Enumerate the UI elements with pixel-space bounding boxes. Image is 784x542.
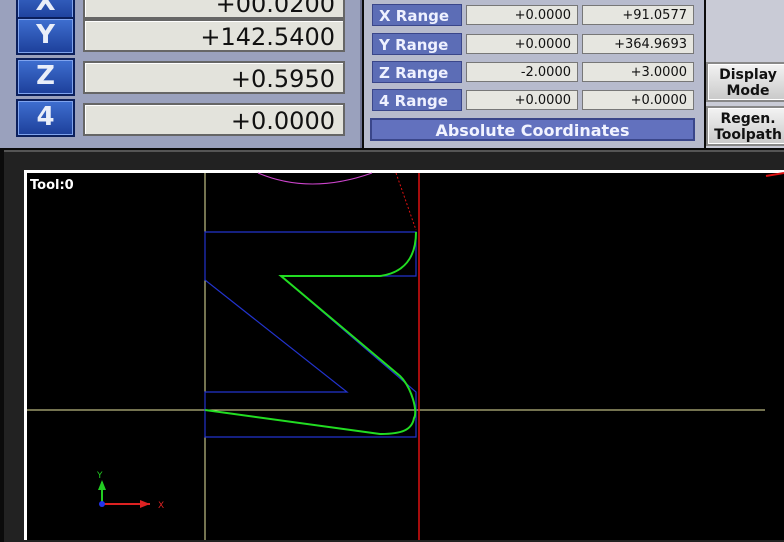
approach-path [395,172,417,231]
gizmo-origin [99,501,105,507]
arc-path [257,172,373,185]
toolpath-drawing: Y X [27,172,784,540]
stock-boundary [204,231,417,438]
gizmo-x-arrowhead [140,500,150,508]
limit-marker [765,172,784,177]
gizmo-y-label: Y [96,471,103,481]
gizmo-x-label: X [158,501,164,511]
gizmo-y-arrowhead [98,480,106,490]
toolpath-line [204,231,417,436]
